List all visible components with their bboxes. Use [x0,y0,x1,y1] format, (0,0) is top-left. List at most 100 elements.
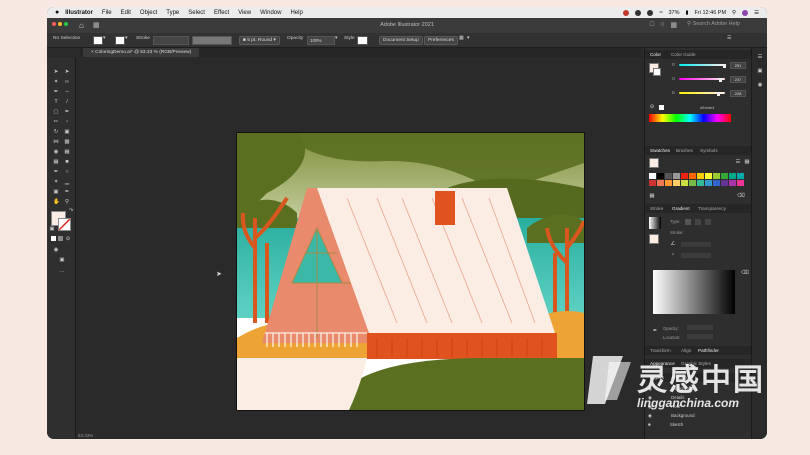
direct-selection-tool-icon[interactable]: ➤ [64,69,70,75]
artboard[interactable] [236,132,585,411]
free-transform-tool-icon[interactable]: ▩ [64,139,70,145]
paintbrush-tool-icon[interactable]: ✒ [64,109,70,115]
menu-file[interactable]: File [102,10,112,16]
share-icon[interactable]: □ [650,21,654,29]
variable-width-profile[interactable] [192,36,232,45]
delete-stop-icon[interactable]: ⌫ [741,270,749,276]
swatch[interactable] [697,180,704,186]
lightbulb-icon[interactable]: ○ [660,21,664,29]
swatch[interactable] [729,173,736,179]
opacity-dropdown-icon[interactable]: ▾ [335,36,337,41]
swatch[interactable] [657,173,664,179]
fill-dropdown-icon[interactable]: ▾ [103,36,105,41]
battery-icon[interactable]: ▮ [686,10,689,16]
tab-gradient[interactable]: Gradient [672,206,690,211]
visibility-eye-icon[interactable]: ◉ [648,413,652,418]
menu-type[interactable]: Type [166,10,179,16]
swatch[interactable] [673,180,680,186]
swatch[interactable] [705,173,712,179]
zoom-tool-icon[interactable]: ⚲ [64,199,70,205]
siri-icon[interactable] [742,9,749,16]
hand-tool-icon[interactable]: ✋ [53,199,60,205]
scale-tool-icon[interactable]: ▣ [64,129,70,135]
tab-align[interactable]: Align [681,348,691,353]
tab-transform[interactable]: Transform [650,348,671,353]
swap-colors-icon[interactable]: ↷ [68,208,74,214]
b-value[interactable]: 228 [730,90,746,97]
blend-tool-icon[interactable]: ○ [64,169,70,175]
rectangle-tool-icon[interactable]: ▢ [53,109,59,115]
color-spectrum[interactable] [649,114,731,122]
menu-illustrator[interactable]: Illustrator [65,10,93,16]
swatch[interactable] [689,173,696,179]
aspect-ratio-icon[interactable]: ▫ [670,252,676,258]
swatch[interactable] [721,180,728,186]
r-slider-thumb[interactable] [723,64,726,68]
brush-definition-dropdown[interactable]: ■ 5 pt. Round ▾ [239,35,280,45]
pen-tool-icon[interactable]: ✒ [53,89,59,95]
opacity-label[interactable]: Opacity [287,36,303,41]
document-setup-button[interactable]: Document Setup [379,35,423,45]
none-mode-icon[interactable]: ⊘ [65,236,71,242]
stop-opacity-field[interactable] [687,325,713,330]
zoom-status[interactable]: 53.33% [78,433,93,438]
hex-field[interactable]: #fbede4 [700,105,714,110]
menubar-clock[interactable]: Fri 12:46 PM [695,10,726,16]
stroke-color-box[interactable] [58,218,71,231]
draw-mode-icon[interactable]: ◉ [53,247,59,253]
swatch[interactable] [681,180,688,186]
menu-object[interactable]: Object [140,10,157,16]
swatch[interactable] [697,173,704,179]
tab-pathfinder[interactable]: Pathfinder [698,348,719,353]
spotlight-icon[interactable]: ⚲ [732,10,736,16]
preferences-button[interactable]: Preferences [424,35,458,45]
linear-gradient-icon[interactable] [685,219,691,225]
libraries-icon[interactable]: ▣ [757,68,763,74]
curvature-tool-icon[interactable]: ∽ [64,89,70,95]
swatch[interactable] [673,173,680,179]
screen-mode-icon[interactable]: ▣ [59,257,65,263]
stroke-dropdown-icon[interactable]: ▾ [125,36,127,41]
mesh-tool-icon[interactable]: ▦ [53,159,59,165]
menu-edit[interactable]: Edit [121,10,131,16]
r-value[interactable]: 251 [730,62,746,69]
grid-view-icon[interactable]: ▦ [744,159,750,165]
color-panel-stroke[interactable] [653,68,661,76]
selection-tool-icon[interactable]: ➤ [53,69,59,75]
stroke-swatch[interactable] [115,36,125,45]
graphic-style-swatch[interactable] [357,36,368,45]
properties-icon[interactable]: ☰ [757,54,763,60]
r-slider[interactable] [679,64,725,66]
angle-icon[interactable]: ∠ [670,241,676,247]
swatch[interactable] [649,173,656,179]
swatches-fill-preview[interactable] [649,158,659,168]
tab-color[interactable]: Color [650,52,661,57]
layer-row[interactable]: ■ Sketch [645,421,751,429]
b-slider-thumb[interactable] [717,92,720,96]
cc-icon[interactable] [647,9,654,16]
swatch[interactable] [721,173,728,179]
lock-icon[interactable]: ■ [648,422,651,427]
color-mode-icon[interactable] [51,236,56,241]
perspective-grid-tool-icon[interactable]: ▦ [64,149,70,155]
none-color-icon[interactable]: ⊘ [649,104,655,110]
angle-field[interactable] [681,242,711,247]
freeform-gradient-icon[interactable] [705,219,711,225]
stop-location-field[interactable] [687,334,713,339]
layer-row[interactable]: ◉ Background [645,412,751,420]
magic-wand-tool-icon[interactable]: ✦ [53,79,59,85]
search-help-field[interactable]: ⚲ Search Adobe Help [687,21,757,29]
gradient-thumbnail[interactable] [649,217,661,229]
document-tab[interactable]: × ColoringDemo.ai* @ 53.33 % (RGB/Previe… [83,48,200,57]
workspace-icon[interactable]: ▦ [670,21,677,29]
arrange-icon[interactable]: ▦ [459,36,464,41]
swatch[interactable] [649,180,656,186]
swatch[interactable] [737,173,744,179]
tab-transparency[interactable]: Transparency [698,206,726,211]
panel-menu-icon[interactable]: ☰ [727,36,731,41]
default-colors-icon[interactable]: ▣ [49,226,55,232]
pencil-tool-icon[interactable]: ✏ [53,119,59,125]
tab-swatches[interactable]: Swatches [650,148,670,153]
swatch[interactable] [665,173,672,179]
stroke-label[interactable]: Stroke [136,36,150,41]
